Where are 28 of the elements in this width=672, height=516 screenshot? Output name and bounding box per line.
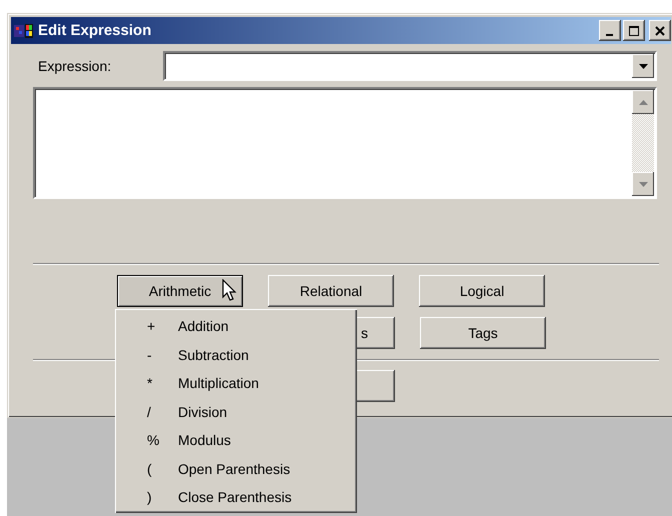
operator-button[interactable]: Logical xyxy=(419,275,545,307)
scrollbar[interactable] xyxy=(632,90,654,196)
operator-button[interactable]: Arithmetic xyxy=(117,275,243,307)
operator-button[interactable]: Relational xyxy=(268,275,394,307)
maximize-button[interactable] xyxy=(623,20,645,41)
scroll-down-icon xyxy=(638,182,648,186)
menu-item[interactable]: / Division xyxy=(147,398,357,426)
mouse-pointer-icon xyxy=(222,279,238,303)
menu-item[interactable]: ) Close Parenthesis xyxy=(147,483,357,512)
scroll-up-icon xyxy=(638,100,648,104)
close-button[interactable] xyxy=(649,20,671,41)
operator-button[interactable]: Tags xyxy=(420,317,546,349)
close-icon xyxy=(655,26,665,36)
app-icon xyxy=(14,22,34,38)
menu-item[interactable]: + Addition xyxy=(147,312,357,340)
window-title: Edit Expression xyxy=(38,22,152,39)
menu-item[interactable]: ( Open Parenthesis xyxy=(147,454,357,483)
maximize-icon xyxy=(629,26,639,36)
minimize-button[interactable] xyxy=(599,20,621,41)
dropdown-button[interactable] xyxy=(632,54,654,78)
expression-combo[interactable] xyxy=(163,51,657,81)
menu-item[interactable]: * Multiplication xyxy=(147,369,357,398)
menu-item[interactable]: - Subtraction xyxy=(147,340,357,369)
expression-label: Expression: xyxy=(37,58,112,74)
expression-text-area[interactable] xyxy=(33,87,657,199)
minimize-icon xyxy=(606,34,612,36)
menu-item[interactable]: % Modulus xyxy=(147,426,357,454)
caret-icon xyxy=(638,64,648,68)
